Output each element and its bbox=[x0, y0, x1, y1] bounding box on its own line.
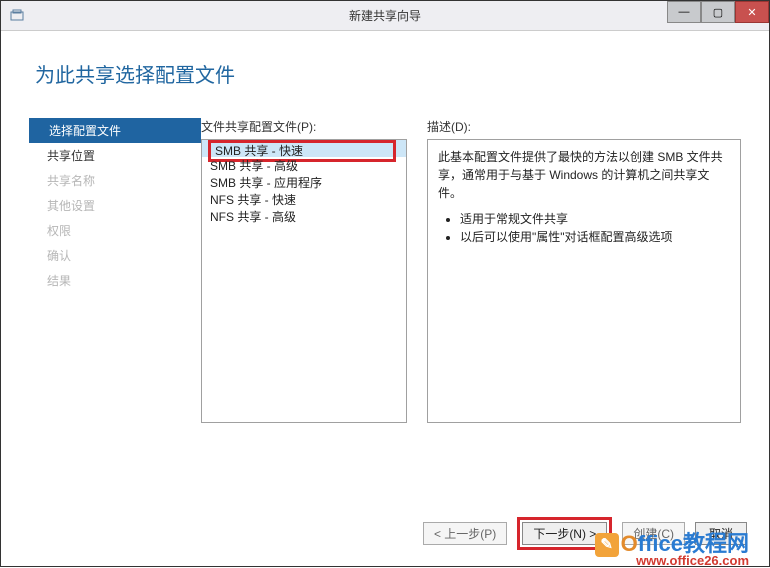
description-bullets: 适用于常规文件共享 以后可以使用"属性"对话框配置高级选项 bbox=[438, 210, 730, 246]
previous-button: < 上一步(P) bbox=[423, 522, 507, 545]
profile-item-smb-app[interactable]: SMB 共享 - 应用程序 bbox=[202, 174, 406, 191]
description-paragraph: 此基本配置文件提供了最快的方法以创建 SMB 文件共享，通常用于与基于 Wind… bbox=[438, 148, 730, 202]
minimize-button[interactable]: — bbox=[667, 1, 701, 23]
description-box: 此基本配置文件提供了最快的方法以创建 SMB 文件共享，通常用于与基于 Wind… bbox=[427, 139, 741, 423]
watermark-url: www.office26.com bbox=[636, 553, 749, 568]
profile-item-smb-quick[interactable]: SMB 共享 - 快速 bbox=[202, 140, 406, 157]
wizard-footer: < 上一步(P) 下一步(N) > 创建(C) 取消 bbox=[423, 517, 747, 550]
step-other-settings: 其他设置 bbox=[29, 193, 201, 218]
next-button[interactable]: 下一步(N) > bbox=[522, 522, 607, 545]
step-share-location[interactable]: 共享位置 bbox=[29, 143, 201, 168]
profile-column: 文件共享配置文件(P): SMB 共享 - 快速 SMB 共享 - 高级 SMB… bbox=[201, 118, 409, 423]
step-confirm: 确认 bbox=[29, 243, 201, 268]
step-share-name: 共享名称 bbox=[29, 168, 201, 193]
bullet-item: 适用于常规文件共享 bbox=[460, 210, 730, 228]
create-button: 创建(C) bbox=[622, 522, 685, 545]
profile-item-nfs-quick[interactable]: NFS 共享 - 快速 bbox=[202, 191, 406, 208]
profile-item-smb-advanced[interactable]: SMB 共享 - 高级 bbox=[202, 157, 406, 174]
profile-list-label: 文件共享配置文件(P): bbox=[201, 118, 409, 135]
titlebar: 新建共享向导 — ▢ ✕ bbox=[1, 1, 769, 31]
profile-listbox[interactable]: SMB 共享 - 快速 SMB 共享 - 高级 SMB 共享 - 应用程序 NF… bbox=[201, 139, 407, 423]
app-icon bbox=[9, 8, 25, 24]
cancel-button[interactable]: 取消 bbox=[695, 522, 747, 545]
step-permissions: 权限 bbox=[29, 218, 201, 243]
description-column: 描述(D): 此基本配置文件提供了最快的方法以创建 SMB 文件共享，通常用于与… bbox=[427, 118, 741, 423]
description-label: 描述(D): bbox=[427, 118, 741, 135]
window-controls: — ▢ ✕ bbox=[667, 1, 769, 23]
profile-item-nfs-advanced[interactable]: NFS 共享 - 高级 bbox=[202, 208, 406, 225]
list-item-label: SMB 共享 - 快速 bbox=[215, 144, 303, 158]
bullet-item: 以后可以使用"属性"对话框配置高级选项 bbox=[460, 228, 730, 246]
maximize-button[interactable]: ▢ bbox=[701, 1, 735, 23]
wizard-steps: 选择配置文件 共享位置 共享名称 其他设置 权限 确认 结果 bbox=[29, 118, 201, 423]
window-title: 新建共享向导 bbox=[349, 7, 421, 24]
step-result: 结果 bbox=[29, 268, 201, 293]
close-button[interactable]: ✕ bbox=[735, 1, 769, 23]
annotation-highlight-next: 下一步(N) > bbox=[517, 517, 612, 550]
page-heading: 为此共享选择配置文件 bbox=[1, 31, 769, 88]
step-select-profile[interactable]: 选择配置文件 bbox=[29, 118, 201, 143]
content-area: 选择配置文件 共享位置 共享名称 其他设置 权限 确认 结果 文件共享配置文件(… bbox=[1, 88, 769, 423]
